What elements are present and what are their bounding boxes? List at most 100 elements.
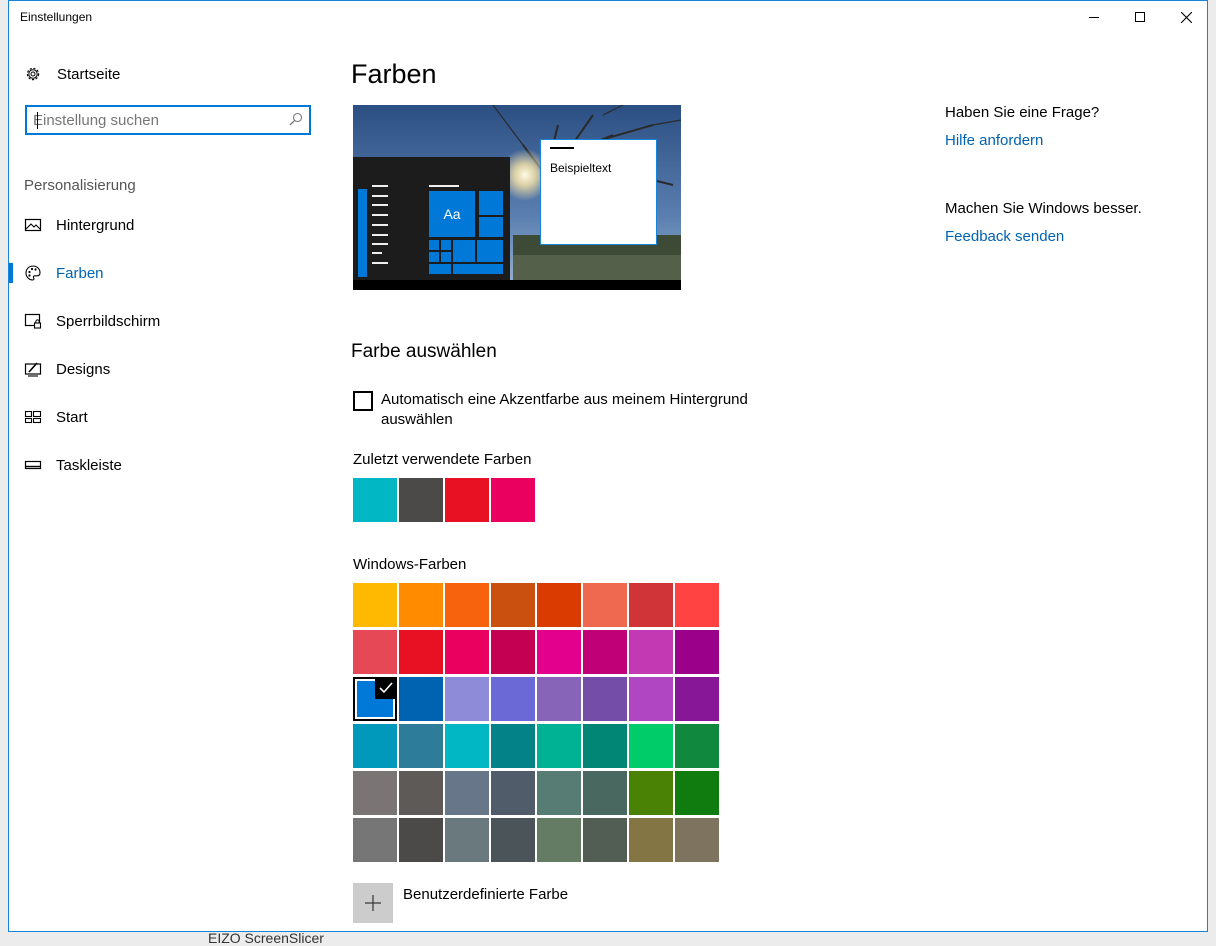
windows-color-swatch[interactable] <box>675 771 719 815</box>
windows-color-swatch[interactable] <box>629 677 673 721</box>
sidebar-item-label: Hintergrund <box>56 216 135 234</box>
sidebar-item-designs[interactable]: Designs <box>9 349 329 389</box>
windows-color-swatch[interactable] <box>445 583 489 627</box>
sidebar-item-label: Sperrbildschirm <box>56 312 161 330</box>
windows-colors-heading: Windows-Farben <box>353 556 467 573</box>
windows-color-swatch[interactable] <box>445 818 489 862</box>
sidebar-item-label: Farben <box>56 264 104 282</box>
windows-color-swatch[interactable] <box>399 818 443 862</box>
choose-color-heading: Farbe auswählen <box>351 341 497 362</box>
windows-color-swatch[interactable] <box>629 583 673 627</box>
windows-color-swatch[interactable] <box>537 583 581 627</box>
windows-color-swatch[interactable] <box>675 818 719 862</box>
windows-color-swatch[interactable] <box>583 630 627 674</box>
recent-color-swatch[interactable] <box>445 478 489 522</box>
windows-color-swatch[interactable] <box>399 630 443 674</box>
windows-color-swatch[interactable] <box>491 724 535 768</box>
maximize-icon <box>1135 12 1145 22</box>
themes-icon <box>24 362 42 377</box>
start-menu-preview: Aa <box>353 157 510 280</box>
close-button[interactable] <box>1163 1 1207 33</box>
windows-color-swatch[interactable] <box>491 818 535 862</box>
windows-color-swatch[interactable] <box>353 724 397 768</box>
windows-color-swatch[interactable] <box>537 771 581 815</box>
settings-window: Einstellungen Startseite Einstellung suc… <box>8 0 1208 932</box>
help-link[interactable]: Hilfe anfordern <box>945 132 1043 149</box>
window-title: Einstellungen <box>20 10 93 24</box>
sidebar-item-label: Start <box>56 408 88 426</box>
windows-color-swatch[interactable] <box>491 630 535 674</box>
windows-color-swatch[interactable] <box>583 677 627 721</box>
windows-color-swatch[interactable] <box>629 818 673 862</box>
improve-windows: Machen Sie Windows besser. <box>945 200 1142 217</box>
windows-color-swatch[interactable] <box>491 583 535 627</box>
minimize-button[interactable] <box>1071 1 1117 33</box>
plus-icon <box>365 895 381 911</box>
windows-color-swatch[interactable] <box>675 724 719 768</box>
sidebar-item-label: Taskleiste <box>56 456 122 474</box>
windows-color-swatch[interactable] <box>583 583 627 627</box>
sample-window: Beispieltext <box>540 139 657 245</box>
sidebar-item-farben[interactable]: Farben <box>9 253 329 293</box>
sidebar-item-hintergrund[interactable]: Hintergrund <box>9 205 329 245</box>
auto-accent-label: Automatisch eine Akzentfarbe aus meinem … <box>381 391 748 428</box>
windows-color-swatch[interactable] <box>399 771 443 815</box>
windows-color-swatch[interactable] <box>675 677 719 721</box>
auto-accent-checkbox[interactable] <box>353 391 373 411</box>
background-window-title: EIZO ScreenSlicer <box>208 930 324 946</box>
selected-color-swatch[interactable] <box>353 677 397 721</box>
windows-color-swatch[interactable] <box>537 677 581 721</box>
windows-color-swatch[interactable] <box>353 818 397 862</box>
windows-color-swatch[interactable] <box>583 818 627 862</box>
windows-color-swatch[interactable] <box>353 630 397 674</box>
windows-color-swatch[interactable] <box>675 630 719 674</box>
lock-screen-icon <box>24 313 42 329</box>
windows-color-swatch[interactable] <box>537 724 581 768</box>
windows-color-swatch[interactable] <box>537 630 581 674</box>
windows-color-swatch[interactable] <box>445 677 489 721</box>
recent-color-swatch[interactable] <box>353 478 397 522</box>
windows-color-swatch[interactable] <box>629 630 673 674</box>
windows-color-swatch[interactable] <box>491 677 535 721</box>
improve-windows-text: Machen Sie Windows besser. <box>945 200 1142 217</box>
taskbar-preview <box>353 280 681 290</box>
help-question: Haben Sie eine Frage? <box>945 104 1099 121</box>
windows-color-swatch[interactable] <box>445 724 489 768</box>
windows-color-swatch[interactable] <box>445 771 489 815</box>
home-nav-item[interactable]: Startseite <box>24 63 120 85</box>
start-icon <box>24 410 42 424</box>
close-icon <box>1180 11 1192 23</box>
custom-color-label[interactable]: Benutzerdefinierte Farbe <box>403 886 568 903</box>
custom-color-button[interactable] <box>353 883 393 923</box>
sidebar: Startseite Personalisierung Hintergrund <box>9 33 339 931</box>
windows-color-swatch[interactable] <box>491 771 535 815</box>
windows-color-swatch[interactable] <box>399 724 443 768</box>
recent-color-swatch[interactable] <box>399 478 443 522</box>
home-label: Startseite <box>57 65 121 83</box>
maximize-button[interactable] <box>1117 1 1163 33</box>
windows-color-swatch[interactable] <box>399 583 443 627</box>
preview-tile: Aa <box>429 191 475 237</box>
sidebar-item-taskleiste[interactable]: Taskleiste <box>9 445 329 485</box>
windows-color-swatch[interactable] <box>353 583 397 627</box>
search-box[interactable] <box>25 105 311 135</box>
sidebar-item-start[interactable]: Start <box>9 397 329 437</box>
windows-color-swatch[interactable] <box>537 818 581 862</box>
windows-color-swatch[interactable] <box>445 630 489 674</box>
windows-color-swatch[interactable] <box>399 677 443 721</box>
windows-color-swatch[interactable] <box>675 583 719 627</box>
active-indicator <box>9 263 13 283</box>
windows-color-swatch[interactable] <box>629 724 673 768</box>
windows-color-swatch[interactable] <box>583 724 627 768</box>
search-icon[interactable] <box>289 112 303 126</box>
feedback-link[interactable]: Feedback senden <box>945 228 1064 245</box>
color-preview: Aa Beispieltext <box>353 105 681 290</box>
search-input[interactable] <box>33 108 279 132</box>
auto-accent-option[interactable]: Automatisch eine Akzentfarbe aus meinem … <box>353 390 781 430</box>
picture-icon <box>24 218 42 232</box>
windows-color-swatch[interactable] <box>583 771 627 815</box>
recent-color-swatch[interactable] <box>491 478 535 522</box>
windows-color-swatch[interactable] <box>629 771 673 815</box>
windows-color-swatch[interactable] <box>353 771 397 815</box>
sidebar-item-sperrbildschirm[interactable]: Sperrbildschirm <box>9 301 329 341</box>
